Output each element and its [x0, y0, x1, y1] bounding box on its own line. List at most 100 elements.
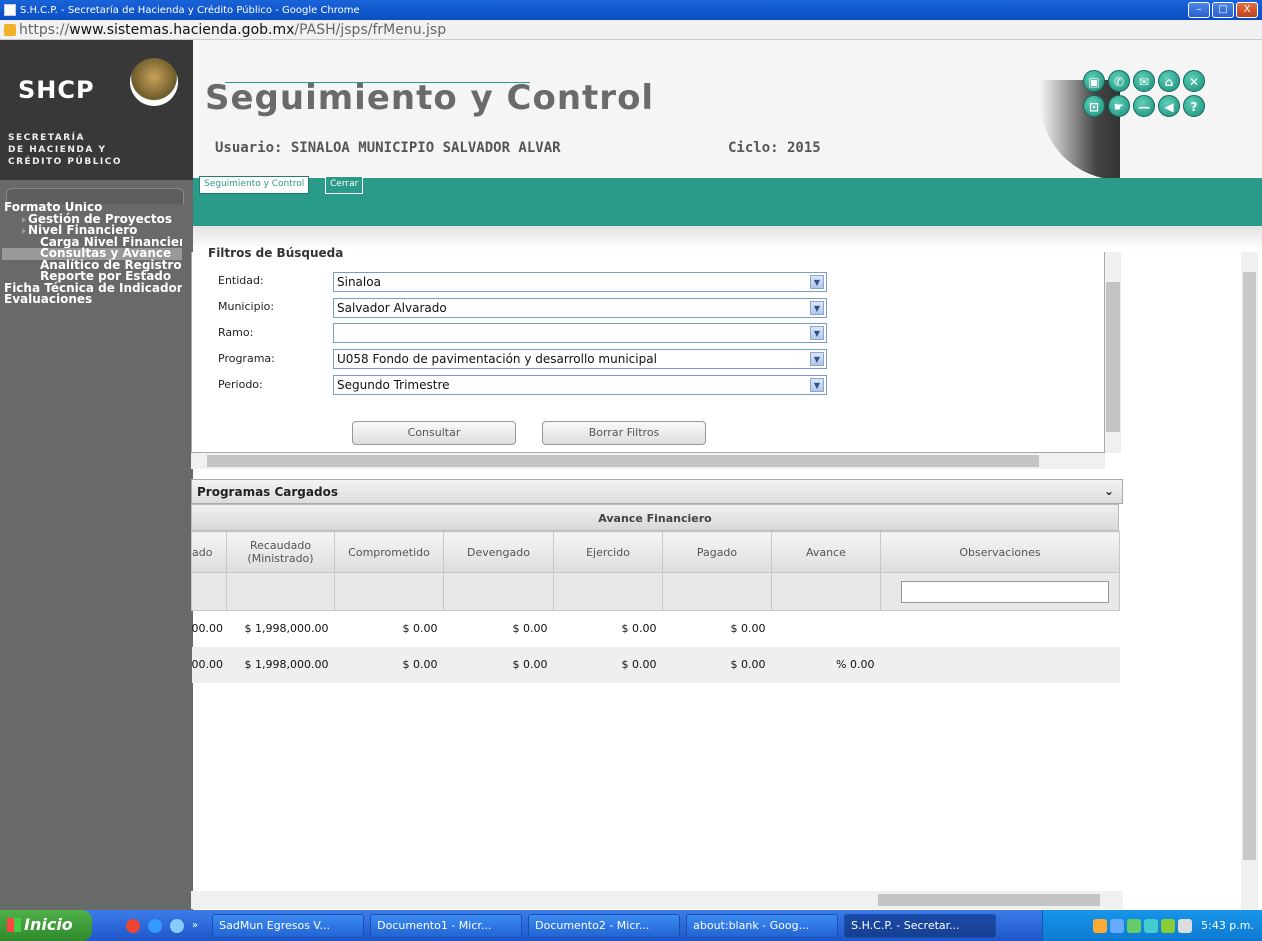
municipio-label: Municipio: — [218, 300, 275, 313]
nav-divider — [193, 226, 1262, 250]
close-window-button[interactable]: X — [1236, 2, 1258, 18]
help-icon[interactable]: ? — [1183, 95, 1205, 117]
tray-icon[interactable] — [1093, 918, 1108, 933]
tray-icon[interactable] — [1161, 918, 1176, 933]
column-header[interactable]: Observaciones — [880, 531, 1120, 573]
scrollbar-thumb[interactable] — [878, 894, 1100, 906]
column-header[interactable]: Devengado — [443, 531, 554, 573]
url-path: /PASH/jsps/frMenu.jsp — [294, 21, 447, 38]
usuario-label: Usuario: SINALOA MUNICIPIO SALVADOR ALVA… — [215, 140, 561, 156]
chevron-down-icon[interactable]: ▼ — [810, 326, 824, 340]
filters-title: Filtros de Búsqueda — [205, 246, 347, 260]
filters-horizontal-scrollbar[interactable] — [191, 453, 1105, 469]
ramo-select[interactable]: ▼ — [333, 323, 827, 343]
quicklaunch-more[interactable]: » — [192, 920, 198, 931]
scrollbar-thumb[interactable] — [207, 455, 1039, 467]
scrollbar-thumb[interactable] — [1243, 272, 1256, 860]
chevron-down-icon[interactable]: ▼ — [810, 352, 824, 366]
maximize-button[interactable]: □ — [1212, 2, 1234, 18]
municipio-value: Salvador Alvarado — [337, 301, 447, 315]
programas-table: ado Recaudado (Ministrado) Comprometido … — [191, 531, 1120, 683]
municipio-select[interactable]: Salvador Alvarado ▼ — [333, 298, 827, 318]
page-vertical-scrollbar[interactable] — [1241, 252, 1258, 910]
filters-vertical-scrollbar[interactable] — [1105, 252, 1121, 453]
minimize-button[interactable]: – — [1188, 2, 1210, 18]
programas-title: Programas Cargados — [197, 485, 338, 499]
site-header: SHCP SECRETARÍA DE HACIENDA Y CRÉDITO PÚBL… — [0, 40, 1262, 180]
shcp-full-name: SECRETARÍA DE HACIENDA Y CRÉDITO PÚBLICO — [8, 133, 123, 167]
column-header[interactable]: Avance — [771, 531, 881, 573]
observaciones-filter-input[interactable] — [901, 580, 1109, 603]
lock-icon — [4, 23, 16, 36]
programas-cargados-header[interactable]: Programas Cargados ⌄ — [191, 479, 1123, 504]
tab-cerrar[interactable]: Cerrar — [325, 176, 364, 194]
header-toolbar: ▣ ✆ ✉ ⌂ ✕ ⊡ ☛ — ◀ ? — [1083, 70, 1205, 117]
task-sadmun[interactable]: SadMun Egresos V... — [212, 913, 365, 938]
tab-seguimiento[interactable]: Seguimiento y Control — [199, 176, 310, 194]
printer-icon[interactable]: ▣ — [1083, 70, 1105, 92]
address-bar[interactable]: https://www.sistemas.hacienda.gob.mx/PAS… — [0, 20, 1262, 40]
window-title-bar: S.H.C.P. - Secretaría de Hacienda y Créd… — [0, 0, 1262, 20]
phone-icon[interactable]: ✆ — [1108, 70, 1130, 92]
task-shcp[interactable]: S.H.C.P. - Secretar... — [844, 913, 997, 938]
lock-icon[interactable]: ⊡ — [1083, 95, 1105, 117]
tray-icon[interactable] — [1110, 918, 1125, 933]
filter-row — [191, 572, 1120, 611]
desktop-icon[interactable] — [170, 918, 184, 933]
chevron-down-icon[interactable]: ⌄ — [1104, 484, 1114, 498]
url-scheme: https:// — [19, 21, 70, 38]
top-nav: Seguimiento y Control Cerrar — [193, 176, 1262, 226]
entidad-select[interactable]: Sinaloa ▼ — [333, 272, 827, 292]
back-icon[interactable]: ◀ — [1158, 95, 1180, 117]
shcp-logo-text: SHCP — [18, 76, 95, 104]
task-documento2[interactable]: Documento2 - Micr... — [528, 913, 681, 938]
printer-icon[interactable] — [1178, 918, 1193, 933]
chrome-icon[interactable] — [126, 918, 140, 933]
programa-select[interactable]: U058 Fondo de pavimentación y desarrollo… — [333, 349, 827, 369]
column-header[interactable]: Recaudado (Ministrado) — [226, 531, 335, 573]
task-documento1[interactable]: Documento1 - Micr... — [370, 913, 523, 938]
sidebar: Formato Único Gestión de Proyectos Nivel… — [0, 180, 193, 910]
hand-icon[interactable]: ☛ — [1108, 95, 1130, 117]
chevron-down-icon[interactable]: ▼ — [810, 275, 824, 289]
home-icon[interactable]: ⌂ — [1158, 70, 1180, 92]
avance-financiero-header: Avance Financiero — [191, 504, 1119, 531]
table-horizontal-scrollbar[interactable] — [191, 891, 1123, 909]
programa-label: Programa: — [218, 352, 275, 365]
scrollbar-thumb[interactable] — [1106, 282, 1120, 432]
periodo-select[interactable]: Segundo Trimestre ▼ — [333, 375, 827, 395]
ciclo-label: Ciclo: 2015 — [728, 140, 821, 156]
column-header[interactable]: ado — [191, 531, 227, 573]
taskbar: Inicio » SadMun Egresos V... Documento1 … — [0, 910, 1262, 941]
mail-icon[interactable]: ✉ — [1133, 70, 1155, 92]
column-header[interactable]: Comprometido — [334, 531, 444, 573]
tray-icon[interactable] — [1144, 918, 1159, 933]
column-header[interactable]: Pagado — [662, 531, 772, 573]
table-row[interactable]: 00.00 $ 1,998,000.00 $ 0.00 $ 0.00 $ 0.0… — [192, 611, 1120, 647]
consultar-button[interactable]: Consultar — [352, 421, 516, 445]
chevron-down-icon[interactable]: ▼ — [810, 378, 824, 392]
close-icon[interactable]: ✕ — [1183, 70, 1205, 92]
tray-icon[interactable] — [1127, 918, 1142, 933]
entidad-value: Sinaloa — [337, 275, 381, 289]
periodo-value: Segundo Trimestre — [337, 378, 450, 392]
table-header-row: ado Recaudado (Ministrado) Comprometido … — [191, 531, 1120, 573]
task-about-blank[interactable]: about:blank - Goog... — [686, 913, 839, 938]
periodo-label: Periodo: — [218, 378, 263, 391]
clock[interactable]: 5:43 p.m. — [1201, 919, 1254, 932]
programa-value: U058 Fondo de pavimentación y desarrollo… — [337, 352, 657, 366]
column-header[interactable]: Ejercido — [553, 531, 663, 573]
table-row[interactable]: 00.00 $ 1,998,000.00 $ 0.00 $ 0.00 $ 0.0… — [191, 646, 1120, 683]
chevron-down-icon[interactable]: ▼ — [810, 301, 824, 315]
window-title: S.H.C.P. - Secretaría de Hacienda y Créd… — [20, 4, 360, 16]
menu-evaluaciones[interactable]: Evaluaciones — [2, 293, 182, 306]
entidad-label: Entidad: — [218, 274, 264, 287]
page-icon — [4, 4, 16, 16]
borrar-filtros-button[interactable]: Borrar Filtros — [542, 421, 706, 445]
shcp-logo[interactable]: SHCP SECRETARÍA DE HACIENDA Y CRÉDITO PÚBL… — [0, 40, 193, 180]
ie-icon[interactable] — [148, 918, 162, 933]
ramo-label: Ramo: — [218, 326, 254, 339]
minus-icon[interactable]: — — [1133, 95, 1155, 117]
start-button[interactable]: Inicio — [0, 910, 92, 941]
sidebar-menu: Formato Único Gestión de Proyectos Nivel… — [2, 202, 182, 306]
